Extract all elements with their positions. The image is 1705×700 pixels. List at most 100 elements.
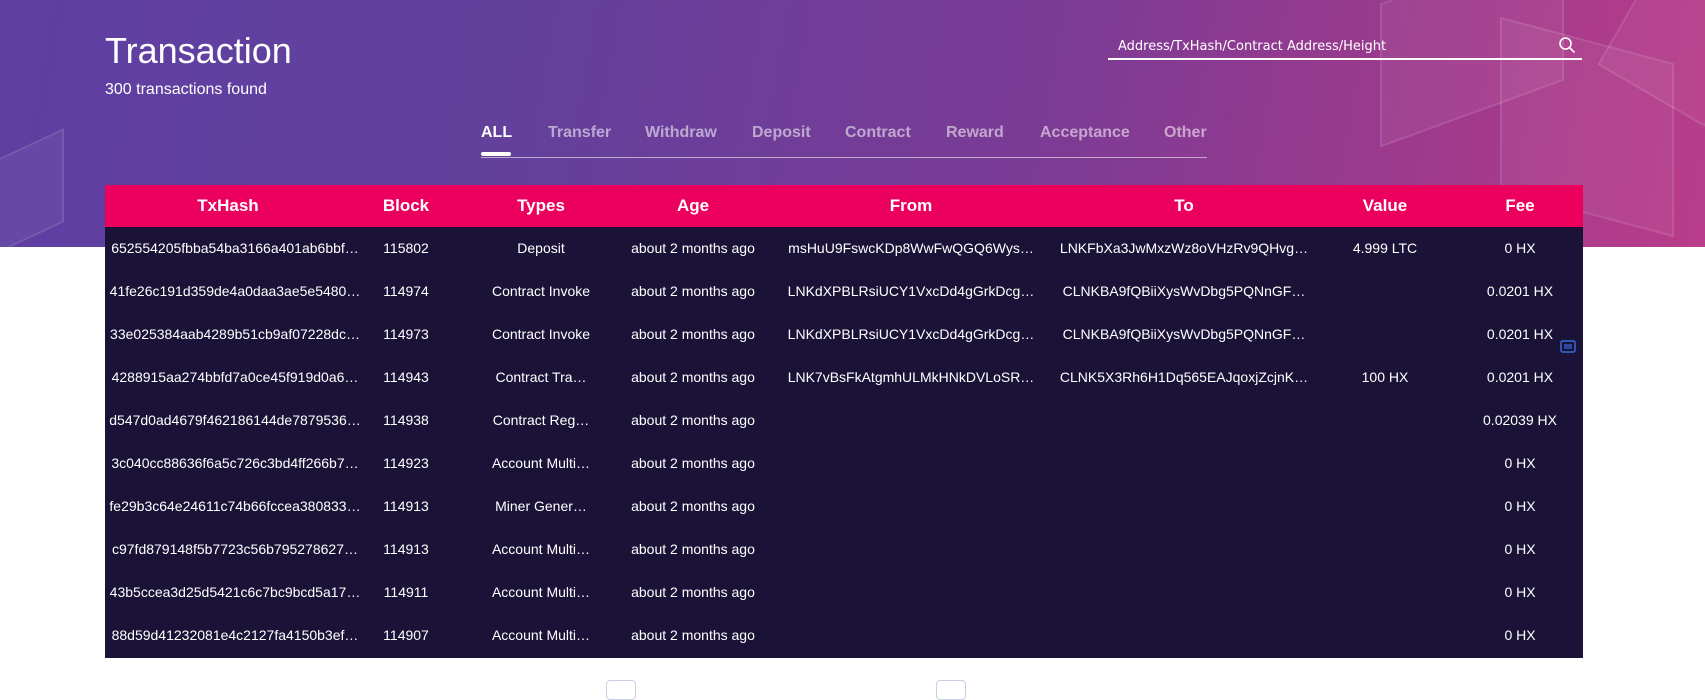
transactions-table: TxHash Block Types Age From To Value Fee… — [105, 185, 1583, 658]
value-cell — [1325, 528, 1445, 571]
value-cell — [1325, 614, 1445, 657]
next-page-button[interactable] — [936, 680, 966, 700]
from-cell[interactable] — [781, 442, 1041, 485]
type-cell: Deposit — [517, 240, 565, 256]
age-cell: about 2 months ago — [631, 541, 755, 557]
to-cell[interactable] — [1053, 399, 1315, 442]
txhash-cell[interactable]: c97fd879148f5b7723c56b795278627… — [105, 528, 365, 571]
decorative-cube — [0, 128, 64, 247]
from-cell[interactable] — [781, 614, 1041, 657]
block-cell[interactable]: 114907 — [371, 614, 441, 657]
txhash-cell[interactable]: 43b5ccea3d25d5421c6c7bc9bcd5a17… — [105, 571, 365, 614]
txhash-cell[interactable]: fe29b3c64e24611c74b66fccea380833… — [105, 485, 365, 528]
block-cell[interactable]: 114923 — [371, 442, 441, 485]
type-cell: Account Multi… — [491, 541, 591, 557]
pagination — [600, 680, 1100, 700]
search-box — [1108, 34, 1582, 60]
to-cell[interactable] — [1053, 442, 1315, 485]
to-cell[interactable] — [1053, 614, 1315, 657]
txhash-cell[interactable]: d547d0ad4679f462186144de7879536… — [105, 399, 365, 442]
block-cell[interactable]: 114913 — [371, 485, 441, 528]
block-cell[interactable]: 114943 — [371, 356, 441, 399]
from-cell[interactable] — [781, 528, 1041, 571]
value-cell: 100 HX — [1361, 369, 1409, 385]
to-cell[interactable]: CLNKBA9fQBiiXysWvDbg5PQNnGF… — [1053, 270, 1315, 313]
table-row: 652554205fbba54ba3166a401ab6bbf… 115802 De… — [105, 227, 1583, 270]
age-cell: about 2 months ago — [631, 240, 755, 256]
value-cell — [1325, 485, 1445, 528]
type-cell: Account Multi… — [491, 455, 591, 471]
block-cell[interactable]: 114974 — [371, 270, 441, 313]
copy-icon[interactable] — [1560, 339, 1576, 353]
search-input[interactable] — [1118, 36, 1538, 56]
to-cell[interactable] — [1053, 528, 1315, 571]
column-header-to: To — [1174, 196, 1194, 215]
table-row: c97fd879148f5b7723c56b795278627… 114913 Ac… — [105, 528, 1583, 571]
txhash-cell[interactable]: 33e025384aab4289b51cb9af07228dc… — [105, 313, 365, 356]
value-cell: 4.999 LTC — [1352, 240, 1418, 256]
from-cell[interactable] — [781, 399, 1041, 442]
age-cell: about 2 months ago — [631, 455, 755, 471]
block-cell[interactable]: 114973 — [371, 313, 441, 356]
fee-cell: 0.0201 HX — [1486, 283, 1554, 299]
age-cell: about 2 months ago — [631, 326, 755, 342]
tab-contract[interactable]: Contract — [845, 124, 911, 142]
type-cell: Contract Reg… — [492, 412, 590, 428]
age-cell: about 2 months ago — [631, 584, 755, 600]
txhash-cell[interactable]: 4288915aa274bbfd7a0ce45f919d0a6… — [105, 356, 365, 399]
to-cell[interactable] — [1053, 571, 1315, 614]
to-cell[interactable]: CLNKBA9fQBiiXysWvDbg5PQNnGF… — [1053, 313, 1315, 356]
table-header: TxHash Block Types Age From To Value Fee — [105, 185, 1583, 227]
txhash-cell[interactable]: 88d59d41232081e4c2127fa4150b3ef… — [105, 614, 365, 657]
block-cell[interactable]: 114913 — [371, 528, 441, 571]
txhash-cell[interactable]: 3c040cc88636f6a5c726c3bd4ff266b7… — [105, 442, 365, 485]
to-cell[interactable] — [1053, 485, 1315, 528]
from-cell[interactable]: LNK7vBsFkAtgmhULMkHNkDVLoSR… — [781, 356, 1041, 399]
column-header-fee: Fee — [1505, 196, 1535, 215]
fee-cell: 0.02039 HX — [1483, 412, 1557, 428]
tab-reward[interactable]: Reward — [946, 124, 1004, 142]
from-cell[interactable] — [781, 485, 1041, 528]
tab-withdraw[interactable]: Withdraw — [645, 124, 717, 142]
value-cell — [1325, 313, 1445, 356]
to-cell[interactable]: LNKFbXa3JwMxzWz8oVHzRv9QHvg… — [1053, 227, 1315, 270]
column-header-block: Block — [382, 196, 430, 215]
fee-cell: 0.0201 HX — [1486, 326, 1554, 342]
table-row: 41fe26c191d359de4a0daa3ae5e5480… 114974 Co… — [105, 270, 1583, 313]
from-cell[interactable]: LNKdXPBLRsiUCY1VxcDd4gGrkDcg… — [781, 270, 1041, 313]
table-row: 43b5ccea3d25d5421c6c7bc9bcd5a17… 114911 Ac… — [105, 571, 1583, 614]
tab-deposit[interactable]: Deposit — [752, 124, 811, 142]
from-cell[interactable] — [781, 571, 1041, 614]
txhash-cell[interactable]: 652554205fbba54ba3166a401ab6bbf… — [105, 227, 365, 270]
block-cell[interactable]: 114911 — [371, 571, 441, 614]
table-row: 4288915aa274bbfd7a0ce45f919d0a6… 114943 Co… — [105, 356, 1583, 399]
fee-cell: 0 HX — [1504, 541, 1536, 557]
block-cell[interactable]: 115802 — [371, 227, 441, 270]
page-title: Transaction — [105, 30, 292, 71]
fee-cell: 0 HX — [1504, 627, 1536, 643]
transaction-count: 300 transactions found — [105, 81, 267, 98]
value-cell — [1325, 571, 1445, 614]
tab-acceptance[interactable]: Acceptance — [1040, 124, 1130, 142]
tab-other[interactable]: Other — [1164, 124, 1207, 142]
txhash-cell[interactable]: 41fe26c191d359de4a0daa3ae5e5480… — [105, 270, 365, 313]
tab-transfer[interactable]: Transfer — [548, 124, 611, 142]
table-row: 33e025384aab4289b51cb9af07228dc… 114973 Co… — [105, 313, 1583, 356]
block-cell[interactable]: 114938 — [371, 399, 441, 442]
table-row: d547d0ad4679f462186144de7879536… 114938 Co… — [105, 399, 1583, 442]
type-cell: Account Multi… — [491, 584, 591, 600]
from-cell[interactable]: msHuU9FswcKDp8WwFwQGQ6Wys… — [781, 227, 1041, 270]
value-cell — [1325, 442, 1445, 485]
from-cell[interactable]: LNKdXPBLRsiUCY1VxcDd4gGrkDcg… — [781, 313, 1041, 356]
age-cell: about 2 months ago — [631, 412, 755, 428]
table-row: 88d59d41232081e4c2127fa4150b3ef… 114907 Ac… — [105, 614, 1583, 657]
tab-all[interactable]: ALL — [481, 124, 512, 156]
active-tab-indicator — [481, 152, 511, 156]
table-row: fe29b3c64e24611c74b66fccea380833… 114913 M… — [105, 485, 1583, 528]
column-header-value: Value — [1362, 196, 1408, 215]
search-icon[interactable] — [1558, 36, 1576, 54]
fee-cell: 0.0201 HX — [1486, 369, 1554, 385]
to-cell[interactable]: CLNK5X3Rh6H1Dq565EAJqoxjZcjnK… — [1053, 356, 1315, 399]
prev-page-button[interactable] — [606, 680, 636, 700]
type-cell: Contract Tra… — [495, 369, 587, 385]
